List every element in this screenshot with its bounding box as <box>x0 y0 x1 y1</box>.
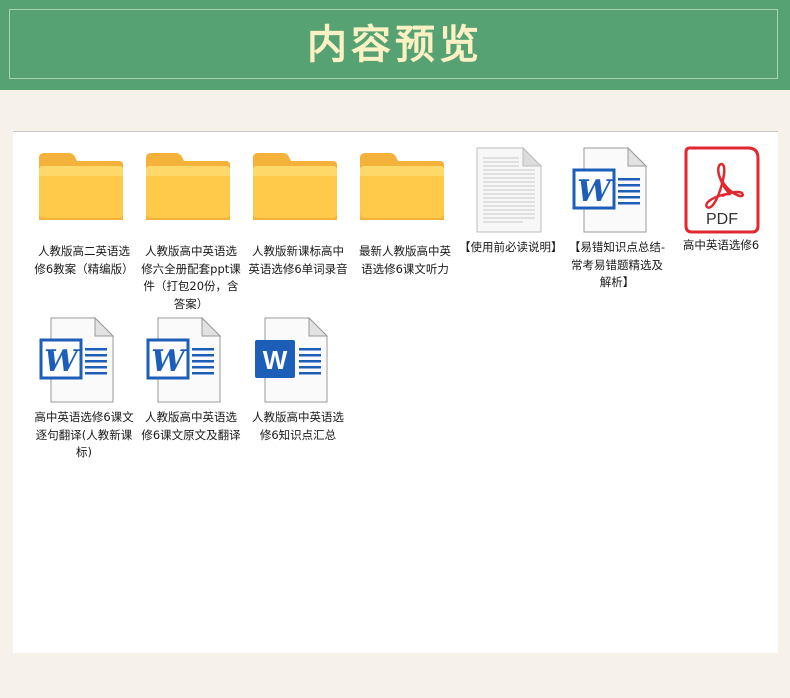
file-name: 人教版高二英语选修6教案（精编版） <box>34 244 134 276</box>
page-title: 内容预览 <box>307 21 483 68</box>
pdf-icon: PDF <box>674 144 768 234</box>
file-name: 人教版新课标高中英语选修6单词录音 <box>248 244 348 276</box>
folder-icon <box>251 150 345 240</box>
file-name: 人教版高中英语选修六全册配套ppt课件（打包20份，含答案） <box>141 244 241 311</box>
text-document-icon <box>463 146 557 236</box>
header-banner: 内容预览 <box>0 0 790 90</box>
file-name: 人教版高中英语选修6知识点汇总 <box>252 410 344 442</box>
svg-text:W: W <box>263 345 288 375</box>
word-document-icon: W <box>144 316 238 406</box>
file-name: 高中英语选修6 <box>682 238 760 252</box>
file-browser-panel: 人教版高二英语选修6教案（精编版） 人教版高中英语选修六全册配套ppt课件（打包… <box>13 131 778 653</box>
word-modern-icon: W <box>251 316 345 406</box>
word-document-icon: W <box>37 316 131 406</box>
folder-icon <box>144 150 238 240</box>
word-document-icon: W <box>570 146 664 236</box>
folder-icon <box>37 150 131 240</box>
svg-text:W: W <box>44 344 81 379</box>
file-name: 【易错知识点总结-常考易错题精选及解析】 <box>568 240 666 289</box>
svg-text:W: W <box>577 174 614 209</box>
file-name: 最新人教版高中英语选修6课文听力 <box>359 244 451 276</box>
folder-icon <box>358 150 452 240</box>
file-name: 高中英语选修6课文逐句翻译(人教新课标) <box>34 410 134 459</box>
file-name: 人教版高中英语选修6课文原文及翻译 <box>141 410 241 442</box>
file-name: 【使用前必读说明】 <box>459 240 563 254</box>
svg-text:W: W <box>151 344 188 379</box>
pdf-badge-text: PDF <box>706 211 738 228</box>
